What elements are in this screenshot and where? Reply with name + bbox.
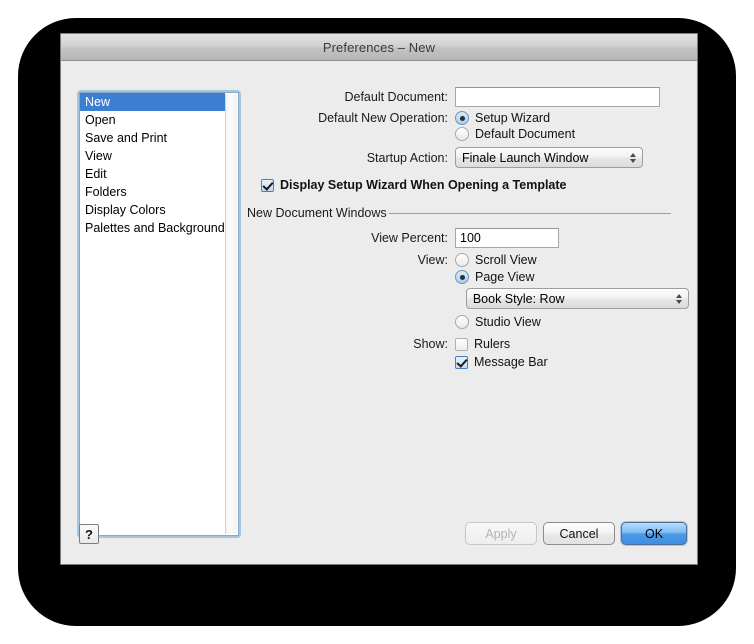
preferences-form: Default Document: Default New Operation:… — [247, 87, 689, 564]
checkbox-rulers-icon — [455, 337, 468, 351]
checkbox-message-bar-label: Message Bar — [474, 355, 548, 369]
startup-action-value: Finale Launch Window — [462, 150, 589, 165]
group-separator-line — [388, 212, 671, 214]
show-label: Show: — [413, 337, 448, 351]
radio-page-view-label: Page View — [475, 270, 535, 284]
chevron-updown-icon — [630, 152, 636, 163]
sidebar-item-folders[interactable]: Folders — [80, 183, 225, 201]
sidebar-item-new[interactable]: New — [80, 93, 225, 111]
new-document-windows-title: New Document Windows — [247, 206, 387, 220]
radio-page-view-icon — [455, 270, 469, 284]
sidebar-item-view[interactable]: View — [80, 147, 225, 165]
dialog-body: New Open Save and Print View Edit Folder… — [61, 61, 697, 564]
show-message-bar-row: Message Bar — [247, 355, 689, 369]
view-percent-row: View Percent: — [247, 228, 689, 248]
preferences-dialog: Preferences – New New Open Save and Prin… — [60, 33, 698, 565]
sidebar-item-palettes-and-backgrounds[interactable]: Palettes and Backgrounds — [80, 219, 231, 237]
checkbox-display-setup-wizard[interactable]: Display Setup Wizard When Opening a Temp… — [261, 178, 567, 192]
book-style-row: Book Style: Row — [247, 288, 689, 309]
book-style-value: Book Style: Row — [472, 291, 565, 306]
category-listbox[interactable]: New Open Save and Print View Edit Folder… — [79, 92, 239, 536]
view-scroll-row: View: Scroll View — [247, 253, 689, 267]
default-document-label: Default Document: — [344, 90, 448, 104]
category-list: New Open Save and Print View Edit Folder… — [80, 93, 231, 535]
show-rulers-row: Show: Rulers — [247, 337, 689, 351]
chevron-updown-icon-2 — [676, 293, 682, 304]
view-page-row: Page View — [247, 270, 689, 284]
startup-action-row: Startup Action: Finale Launch Window — [247, 147, 689, 168]
sidebar-item-edit[interactable]: Edit — [80, 165, 225, 183]
view-label: View: — [417, 253, 448, 267]
radio-page-view[interactable]: Page View — [455, 270, 535, 284]
default-document-input[interactable] — [455, 87, 660, 107]
dialog-titlebar: Preferences – New — [61, 34, 697, 61]
checkbox-message-bar-icon — [455, 355, 468, 369]
radio-setup-wizard-icon — [455, 111, 469, 125]
view-studio-row: Studio View — [247, 315, 689, 329]
radio-scroll-view-icon — [455, 253, 469, 267]
default-document-radio-row: Default Document — [247, 127, 689, 141]
sidebar-item-open[interactable]: Open — [80, 111, 225, 129]
checkbox-display-setup-wizard-icon — [261, 178, 274, 192]
ok-button[interactable]: OK — [621, 522, 687, 545]
radio-scroll-view[interactable]: Scroll View — [455, 253, 537, 267]
radio-setup-wizard[interactable]: Setup Wizard — [455, 111, 550, 125]
radio-scroll-view-label: Scroll View — [475, 253, 537, 267]
default-new-operation-label: Default New Operation: — [318, 111, 448, 125]
checkbox-message-bar[interactable]: Message Bar — [455, 355, 548, 369]
dialog-footer: ? Apply Cancel OK — [61, 518, 697, 564]
view-percent-input[interactable] — [455, 228, 559, 248]
book-style-select[interactable]: Book Style: Row — [465, 288, 689, 309]
default-document-row: Default Document: — [247, 87, 689, 107]
apply-button[interactable]: Apply — [465, 522, 537, 545]
sidebar-item-display-colors[interactable]: Display Colors — [80, 201, 225, 219]
category-list-scrollbar[interactable] — [225, 94, 237, 534]
view-percent-label: View Percent: — [371, 231, 448, 245]
category-listbox-frame: New Open Save and Print View Edit Folder… — [79, 92, 239, 536]
sidebar-item-save-and-print[interactable]: Save and Print — [80, 129, 225, 147]
dialog-title: Preferences – New — [322, 39, 436, 55]
radio-default-document-label: Default Document — [475, 127, 576, 141]
checkbox-rulers-label: Rulers — [474, 337, 511, 351]
startup-action-select[interactable]: Finale Launch Window — [455, 147, 643, 168]
radio-studio-view[interactable]: Studio View — [455, 315, 541, 329]
checkbox-display-setup-wizard-label: Display Setup Wizard When Opening a Temp… — [280, 178, 567, 192]
new-document-windows-group-header: New Document Windows — [247, 206, 689, 220]
cancel-button[interactable]: Cancel — [543, 522, 615, 545]
display-setup-wizard-row: Display Setup Wizard When Opening a Temp… — [247, 178, 689, 192]
radio-studio-view-label: Studio View — [475, 315, 541, 329]
radio-default-document-icon — [455, 127, 469, 141]
help-button[interactable]: ? — [79, 524, 99, 544]
startup-action-label: Startup Action: — [366, 150, 448, 165]
radio-default-document[interactable]: Default Document — [455, 127, 575, 141]
radio-studio-view-icon — [455, 315, 469, 329]
radio-setup-wizard-label: Setup Wizard — [475, 111, 551, 125]
checkbox-rulers[interactable]: Rulers — [455, 337, 510, 351]
default-new-operation-row: Default New Operation: Setup Wizard — [247, 111, 689, 125]
